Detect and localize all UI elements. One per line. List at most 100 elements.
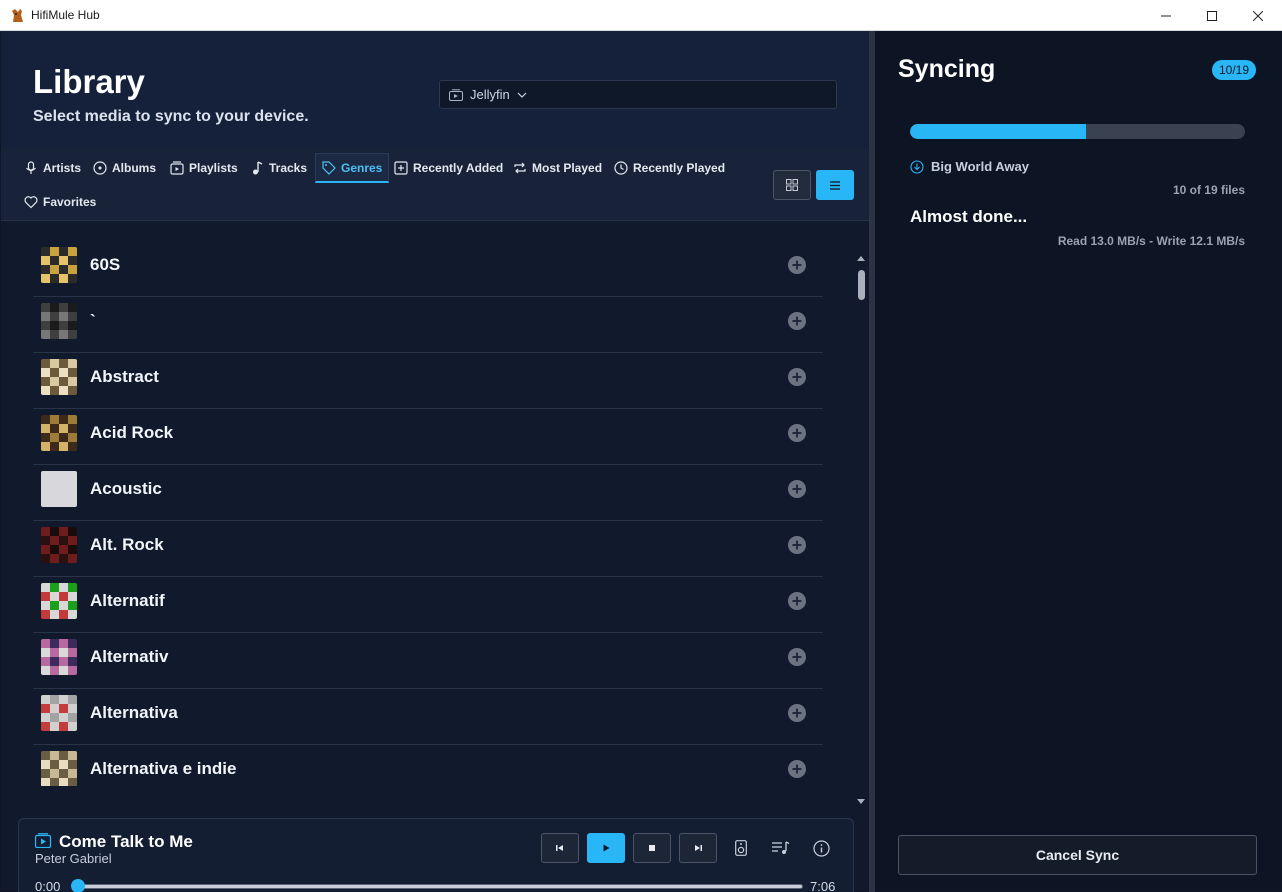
skip-next-icon xyxy=(695,845,702,851)
grid-view-button[interactable] xyxy=(773,170,811,200)
sync-count-badge: 10/19 xyxy=(1212,60,1256,80)
genre-thumbnail xyxy=(41,751,77,786)
genre-row[interactable]: 60S xyxy=(33,241,823,297)
tab-label: Recently Played xyxy=(633,161,726,175)
cancel-sync-button[interactable]: Cancel Sync xyxy=(898,835,1257,875)
time-elapsed: 0:00 xyxy=(35,879,61,892)
add-circle-icon[interactable] xyxy=(787,535,807,555)
genre-row[interactable]: Alternativ xyxy=(33,633,823,689)
queue-icon xyxy=(772,841,790,854)
genre-label: Alternatif xyxy=(90,591,165,610)
genre-label: Alt. Rock xyxy=(90,535,164,554)
list-icon xyxy=(830,180,840,190)
files-count: 10 of 19 files xyxy=(1172,183,1245,197)
genre-thumbnail xyxy=(41,359,77,395)
seek-bar[interactable] xyxy=(71,879,803,892)
genre-label: Acoustic xyxy=(90,479,162,498)
scroll-thumb[interactable] xyxy=(858,270,865,300)
tab-label: Playlists xyxy=(189,161,238,175)
tab-recently-added[interactable]: Recently Added xyxy=(388,153,509,183)
add-circle-icon[interactable] xyxy=(787,255,807,275)
genre-label: Acid Rock xyxy=(90,423,174,442)
genre-row[interactable]: Acoustic xyxy=(33,465,823,521)
scrollbar[interactable] xyxy=(854,253,868,807)
sync-progress-bar xyxy=(910,124,1245,139)
genre-row[interactable]: Alt. Rock xyxy=(33,521,823,577)
genre-row[interactable]: Alternativa xyxy=(33,689,823,745)
tab-artists[interactable]: Artists xyxy=(18,153,87,183)
tab-label: Most Played xyxy=(532,161,603,175)
play-icon xyxy=(603,844,610,852)
minimize-icon xyxy=(1161,15,1171,16)
stop-button[interactable] xyxy=(633,833,671,863)
transfer-rates: Read 13.0 MB/s - Write 12.1 MB/s xyxy=(1057,234,1245,248)
add-circle-icon[interactable] xyxy=(787,479,807,499)
minimize-button[interactable] xyxy=(1143,0,1189,31)
sync-panel: Syncing 10/19 Big World Away 10 of 19 fi… xyxy=(875,31,1281,891)
info-button[interactable] xyxy=(811,838,831,858)
tab-most-played[interactable]: Most Played xyxy=(507,153,608,183)
genre-thumbnail xyxy=(41,583,77,619)
tab-label: Tracks xyxy=(269,161,308,175)
history-icon xyxy=(614,161,628,175)
add-circle-icon[interactable] xyxy=(787,591,807,611)
genre-row[interactable]: Abstract xyxy=(33,353,823,409)
speaker-button[interactable] xyxy=(731,838,751,858)
genre-thumbnail xyxy=(41,247,77,283)
grid-icon xyxy=(786,179,798,191)
add-circle-icon[interactable] xyxy=(787,423,807,443)
tab-genres[interactable]: Genres xyxy=(315,153,390,183)
genre-row[interactable]: ` xyxy=(33,297,823,353)
genre-label: 60S xyxy=(90,255,121,274)
previous-button[interactable] xyxy=(541,833,579,863)
add-circle-icon[interactable] xyxy=(787,367,807,387)
library-header: Library Select media to sync to your dev… xyxy=(1,31,869,149)
heart-icon xyxy=(24,196,38,209)
scroll-down-icon[interactable] xyxy=(854,797,868,807)
genre-label: Abstract xyxy=(90,367,159,386)
microphone-icon xyxy=(26,161,36,174)
now-playing-bar: Come Talk to Me Peter Gabriel 0:00 7:06 xyxy=(18,818,854,892)
add-circle-icon[interactable] xyxy=(787,759,807,779)
list-view-button[interactable] xyxy=(816,170,854,200)
genre-thumbnail xyxy=(41,639,77,675)
tab-recently-played[interactable]: Recently Played xyxy=(608,153,731,183)
close-button[interactable] xyxy=(1235,0,1281,31)
tab-albums[interactable]: Albums xyxy=(87,153,162,183)
tab-favorites[interactable]: Favorites xyxy=(18,187,102,217)
library-panel: Library Select media to sync to your dev… xyxy=(1,31,869,892)
source-dropdown[interactable]: Jellyfin xyxy=(439,80,837,109)
scroll-up-icon[interactable] xyxy=(854,253,868,263)
tab-label: Recently Added xyxy=(413,161,504,175)
tag-icon xyxy=(322,160,336,175)
seek-handle[interactable] xyxy=(71,879,85,892)
genre-row[interactable]: Acid Rock xyxy=(33,409,823,465)
repeat-icon xyxy=(514,162,526,174)
track-artist: Peter Gabriel xyxy=(35,851,112,866)
speaker-icon xyxy=(735,840,747,856)
tab-tracks[interactable]: Tracks xyxy=(244,153,313,183)
album-icon xyxy=(93,161,107,175)
genre-row[interactable]: Alternatif xyxy=(33,577,823,633)
genre-list: 60S ` Abstract Acid Rock Acoustic Alt. Rock Al… xyxy=(33,241,823,786)
play-button[interactable] xyxy=(587,833,625,863)
window-title: HifiMule Hub xyxy=(31,8,100,22)
current-file-name: Big World Away xyxy=(931,159,1029,174)
genre-label: ` xyxy=(90,311,96,330)
next-button[interactable] xyxy=(679,833,717,863)
maximize-button[interactable] xyxy=(1189,0,1235,31)
genre-label: Alternativ xyxy=(90,647,169,666)
tab-label: Artists xyxy=(43,161,82,175)
close-icon xyxy=(1253,10,1263,21)
genre-label: Alternativa xyxy=(90,703,178,722)
tab-playlists[interactable]: Playlists xyxy=(164,153,244,183)
maximize-icon xyxy=(1207,10,1217,21)
current-file: Big World Away xyxy=(910,159,1029,174)
add-circle-icon[interactable] xyxy=(787,703,807,723)
info-icon xyxy=(812,839,830,857)
queue-button[interactable] xyxy=(771,838,791,858)
page-title: Library xyxy=(33,63,145,100)
genre-row[interactable]: Alternativa e indie xyxy=(33,745,823,786)
add-circle-icon[interactable] xyxy=(787,647,807,667)
add-circle-icon[interactable] xyxy=(787,311,807,331)
